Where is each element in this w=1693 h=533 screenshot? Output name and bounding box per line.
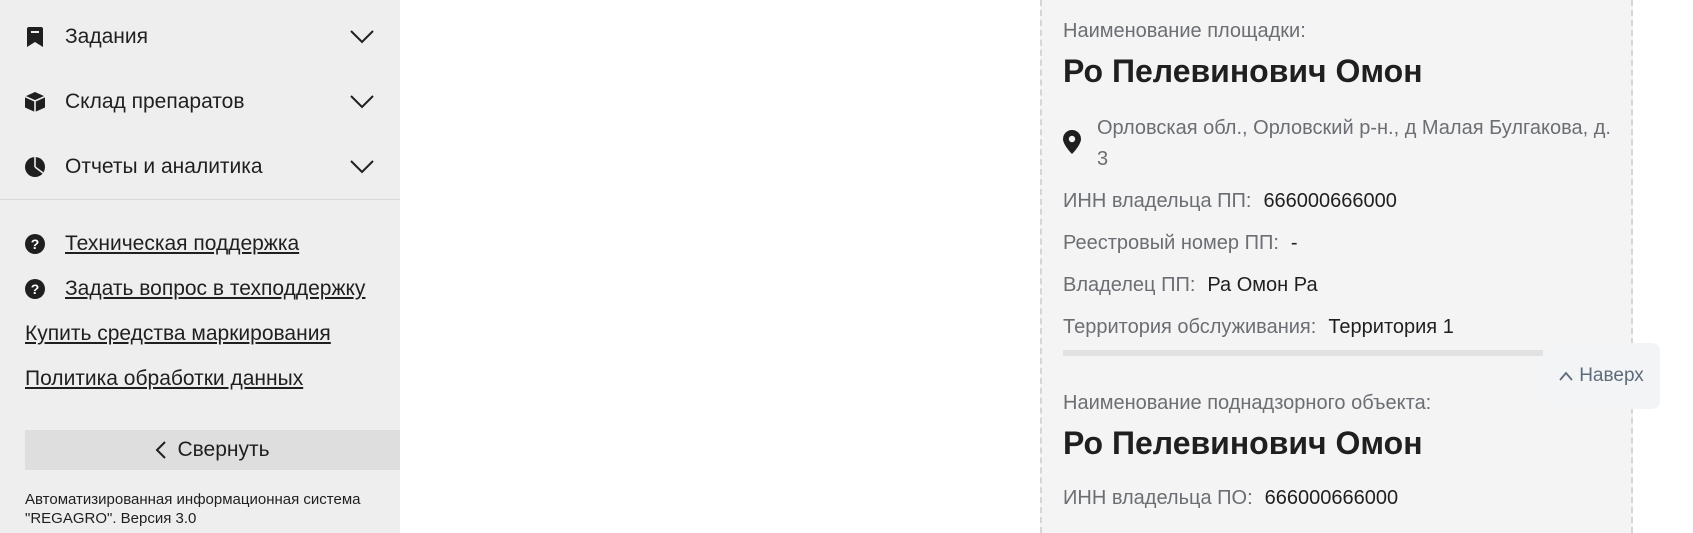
privacy-policy-link[interactable]: Политика обработки данных [25, 367, 303, 391]
owner-inn-value: 666000666000 [1263, 190, 1397, 212]
owner-value: Ра Омон Ра [1207, 274, 1318, 296]
collapse-button[interactable]: Свернуть [25, 430, 400, 470]
chevron-left-icon [156, 441, 167, 459]
section-separator [1063, 350, 1545, 356]
sidebar-item-label: Задания [65, 25, 148, 48]
bookmark-icon [24, 26, 46, 48]
scroll-to-top-label: Наверх [1579, 365, 1644, 386]
owner-inn-label: ИНН владельца ПП: [1063, 190, 1252, 212]
pie-chart-icon [24, 156, 46, 178]
chevron-down-icon [350, 30, 374, 44]
object-owner-inn-row: ИНН владельца ПО: 666000666000 [1063, 487, 1398, 510]
object-name-label: Наименование поднадзорного объекта: [1063, 392, 1432, 414]
collapse-label: Свернуть [177, 438, 270, 461]
object-owner-inn-label: ИНН владельца ПО: [1063, 487, 1253, 509]
ask-support-link[interactable]: ? Задать вопрос в техподдержку [0, 274, 400, 304]
sidebar-item-warehouse[interactable]: Склад препаратов [0, 72, 400, 132]
owner-inn-row: ИНН владельца ПП: 666000666000 [1063, 190, 1397, 213]
buy-marking-link[interactable]: Купить средства маркирования [25, 322, 331, 346]
chevron-up-icon [1559, 371, 1573, 381]
box-icon [24, 91, 46, 113]
site-name: Ро Пелевинович Омон [1063, 53, 1423, 89]
territory-row: Территория обслуживания: Территория 1 [1063, 316, 1454, 339]
question-circle-icon: ? [25, 234, 45, 254]
registry-number-label: Реестровый номер ПП: [1063, 232, 1279, 254]
chevron-down-icon [350, 160, 374, 174]
scroll-to-top-button[interactable]: Наверх [1543, 343, 1660, 409]
system-version-text: Автоматизированная информационная систем… [25, 491, 361, 527]
site-card: Наименование площадки: Ро Пелевинович Ом… [1040, 0, 1633, 533]
ask-support-label: Задать вопрос в техподдержку [65, 277, 366, 300]
chevron-down-icon [350, 95, 374, 109]
sidebar-item-label: Склад препаратов [65, 90, 245, 113]
tech-support-link[interactable]: ? Техническая поддержка [0, 229, 400, 259]
sidebar-divider [0, 199, 400, 200]
registry-number-value: - [1290, 232, 1298, 254]
territory-value: Территория 1 [1328, 316, 1454, 338]
object-owner-inn-value: 666000666000 [1264, 487, 1399, 509]
address-text: Орловская обл., Орловский р-н., д Малая … [1097, 117, 1611, 170]
territory-label: Территория обслуживания: [1063, 316, 1317, 338]
question-circle-icon: ? [25, 279, 45, 299]
tech-support-label: Техническая поддержка [65, 232, 300, 255]
sidebar-item-reports[interactable]: Отчеты и аналитика [0, 137, 400, 197]
sidebar-item-tasks[interactable]: Задания [0, 7, 400, 67]
sidebar-item-label: Отчеты и аналитика [65, 155, 263, 178]
registry-number-row: Реестровый номер ПП: - [1063, 232, 1298, 255]
object-name: Ро Пелевинович Омон [1063, 425, 1423, 461]
site-name-label: Наименование площадки: [1063, 20, 1306, 42]
sidebar: Задания Склад препаратов Отчеты и аналит… [0, 0, 400, 533]
owner-label: Владелец ПП: [1063, 274, 1196, 296]
owner-row: Владелец ПП: Ра Омон Ра [1063, 274, 1318, 297]
location-pin-icon [1063, 130, 1081, 154]
